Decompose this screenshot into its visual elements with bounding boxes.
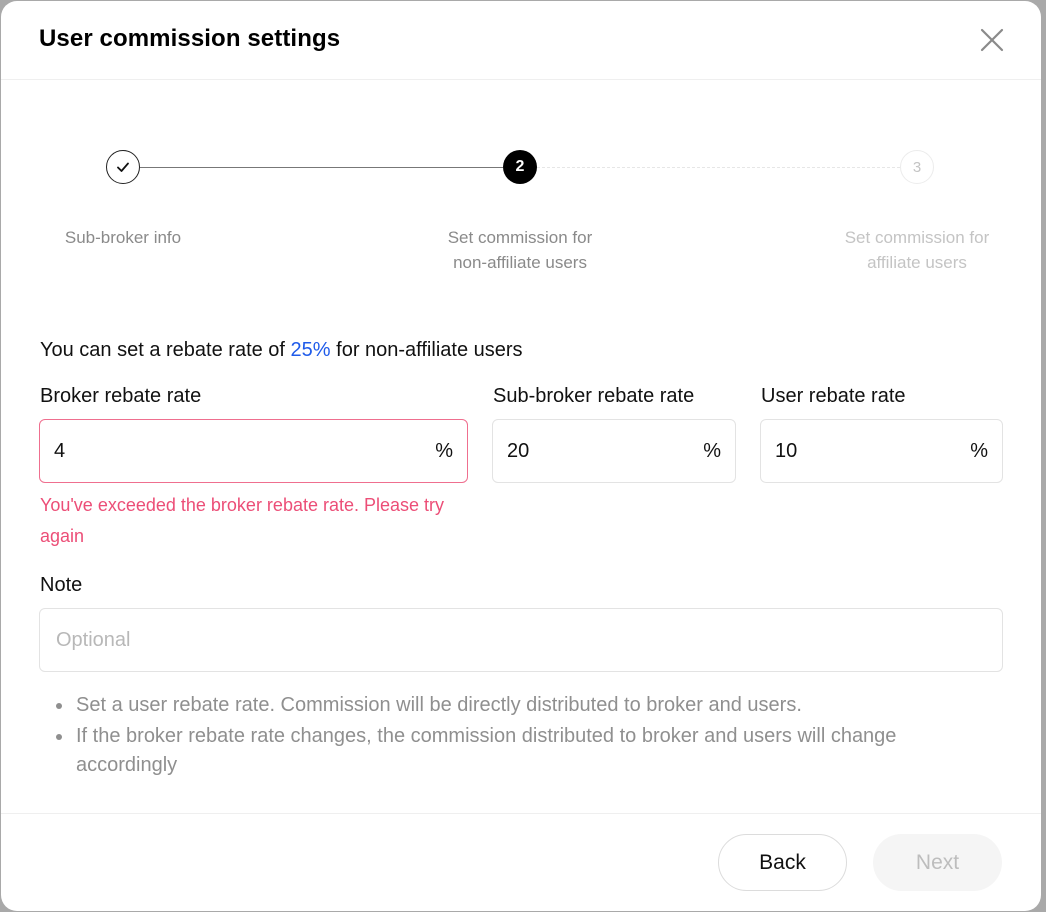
rebate-info-text: You can set a rebate rate of 25% for non… — [40, 339, 523, 362]
step-2-label-line1: Set commission for — [447, 228, 593, 247]
tips-list: Set a user rebate rate. Commission will … — [54, 691, 976, 782]
note-field[interactable] — [39, 608, 1003, 672]
step-2-indicator: 2 — [503, 150, 537, 184]
modal-header: User commission settings — [1, 1, 1041, 80]
step-1-label: Sub-broker info — [3, 225, 243, 250]
stepper-connector-completed — [140, 167, 503, 169]
rebate-info-prefix: You can set a rebate rate of — [40, 339, 291, 361]
step-1-label-line1: Sub-broker info — [64, 228, 182, 247]
step-3-indicator: 3 — [900, 150, 934, 184]
rebate-info-suffix: for non-affiliate users — [330, 339, 523, 361]
sub-broker-rebate-input[interactable] — [507, 439, 698, 463]
close-button[interactable] — [979, 27, 1005, 53]
check-icon — [117, 162, 129, 172]
note-label: Note — [40, 574, 83, 596]
sub-broker-rebate-field[interactable]: % — [492, 419, 736, 483]
user-rebate-field[interactable]: % — [760, 419, 1003, 483]
step-3-label-line2: affiliate users — [867, 253, 967, 272]
modal-title: User commission settings — [39, 25, 341, 52]
broker-rebate-field[interactable]: % — [39, 419, 468, 483]
step-3-label-line1: Set commission for — [844, 228, 990, 247]
sub-broker-rebate-unit: % — [703, 439, 721, 462]
close-icon — [980, 28, 1004, 52]
user-rebate-label: User rebate rate — [761, 385, 906, 407]
tip-item: If the broker rebate rate changes, the c… — [56, 722, 976, 780]
user-rebate-unit: % — [970, 439, 988, 462]
stepper-connector-pending — [537, 167, 900, 168]
broker-rebate-error: You've exceeded the broker rebate rate. … — [40, 495, 445, 546]
rebate-info-rate: 25% — [290, 339, 331, 361]
tip-item: Set a user rebate rate. Commission will … — [56, 691, 976, 720]
user-commission-settings-modal: User commission settings 2 3 Sub-broker … — [1, 1, 1041, 911]
modal-footer: Back Next — [1, 813, 1041, 912]
step-2-label-line2: non-affiliate users — [453, 253, 587, 272]
note-input[interactable] — [54, 627, 988, 653]
user-rebate-input[interactable] — [775, 439, 965, 463]
broker-rebate-input[interactable] — [54, 439, 430, 463]
step-1-indicator — [106, 150, 140, 184]
sub-broker-rebate-label: Sub-broker rebate rate — [493, 385, 695, 407]
broker-rebate-label: Broker rebate rate — [40, 385, 202, 407]
broker-rebate-unit: % — [435, 439, 453, 462]
back-button[interactable]: Back — [718, 834, 847, 891]
stepper: 2 3 Sub-broker info Set commission for n… — [1, 149, 1041, 289]
next-button[interactable]: Next — [873, 834, 1002, 891]
step-3-label: Set commission for affiliate users — [797, 225, 1037, 275]
step-2-label: Set commission for non-affiliate users — [400, 225, 640, 275]
